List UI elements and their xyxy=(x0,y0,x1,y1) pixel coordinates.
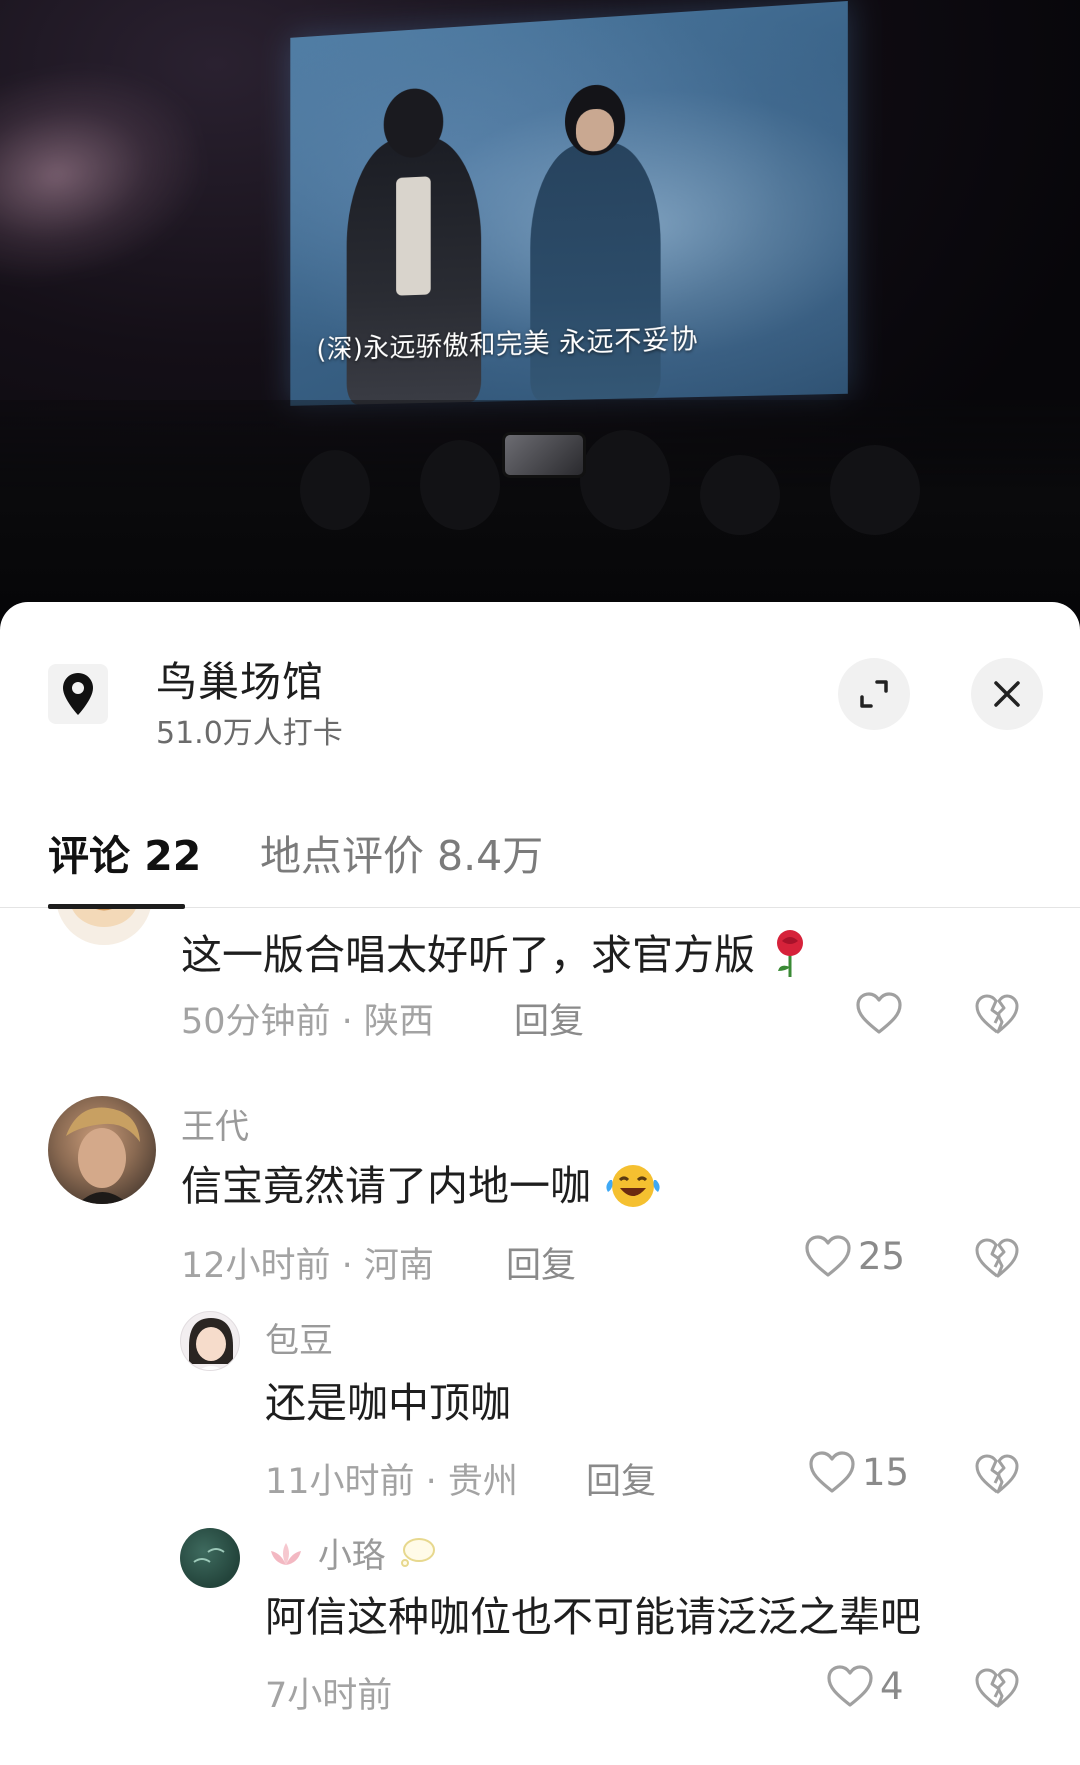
heart-icon xyxy=(805,1235,851,1277)
like-button[interactable]: 4 xyxy=(826,1664,904,1708)
comment-meta: 12小时前 · 河南 xyxy=(181,1246,434,1286)
close-icon xyxy=(994,681,1020,707)
tab-place-reviews[interactable]: 地点评价 8.4万 xyxy=(260,822,543,882)
dislike-button[interactable] xyxy=(974,1453,1020,1499)
like-button[interactable]: 15 xyxy=(808,1450,909,1494)
broken-heart-icon xyxy=(975,1238,1019,1278)
heart-icon xyxy=(827,1665,873,1707)
like-count: 4 xyxy=(880,1664,904,1708)
comment-meta: 7小时前 xyxy=(265,1676,393,1716)
avatar[interactable] xyxy=(180,1311,240,1371)
comment-meta: 50分钟前 · 陕西 xyxy=(181,1002,434,1042)
thought-bubble-emoji xyxy=(397,1535,437,1580)
dislike-button[interactable] xyxy=(974,1237,1020,1283)
place-checkins: 51.0万人打卡 xyxy=(156,716,343,751)
avatar[interactable] xyxy=(180,1528,240,1588)
comment-text: 这一版合唱太好听了，求官方版 xyxy=(181,921,812,989)
close-button[interactable] xyxy=(971,658,1043,730)
avatar[interactable] xyxy=(56,909,152,945)
broken-heart-icon xyxy=(975,1668,1019,1708)
rose-emoji xyxy=(768,927,812,989)
avatar[interactable] xyxy=(48,1096,156,1204)
like-button[interactable]: 25 xyxy=(804,1234,905,1278)
location-pin-icon xyxy=(48,664,108,724)
username[interactable]: 王代 xyxy=(181,1099,249,1148)
reply-button[interactable]: 回复 xyxy=(506,1237,576,1288)
comment-text: 阿信这种咖位也不可能请泛泛之辈吧 xyxy=(265,1593,921,1641)
dislike-button[interactable] xyxy=(974,993,1020,1039)
lotus-emoji xyxy=(265,1538,307,1578)
comment-list: 这一版合唱太好听了，求官方版 50分钟前 · 陕西 回复 王代 信宝竟然请了内地… xyxy=(0,909,1080,1765)
like-count: 25 xyxy=(858,1234,906,1278)
broken-heart-icon xyxy=(975,1454,1019,1494)
heart-icon xyxy=(856,992,902,1034)
heart-icon xyxy=(809,1451,855,1493)
broken-heart-icon xyxy=(975,994,1019,1034)
place-name[interactable]: 鸟巢场馆 xyxy=(156,648,324,708)
reply-button[interactable]: 回复 xyxy=(514,993,584,1044)
dislike-button[interactable] xyxy=(974,1667,1020,1713)
comment-text: 还是咖中顶咖 xyxy=(265,1379,511,1427)
laughing-crying-emoji xyxy=(604,1158,662,1220)
comment-text: 信宝竟然请了内地一咖 xyxy=(181,1152,662,1220)
audience-phone xyxy=(505,435,583,475)
concert-screen: (深)永远骄傲和完美 永远不妥协 xyxy=(290,0,848,406)
performer-right xyxy=(530,83,661,401)
expand-button[interactable] xyxy=(838,658,910,730)
username[interactable]: 小珞 xyxy=(265,1528,437,1580)
tab-comments[interactable]: 评论 22 xyxy=(48,822,201,882)
location-header: 鸟巢场馆 51.0万人打卡 xyxy=(0,602,1080,772)
reply-button[interactable]: 回复 xyxy=(586,1453,656,1504)
tab-bar: 评论 22 地点评价 8.4万 xyxy=(0,802,1080,909)
video-player[interactable]: (深)永远骄傲和完美 永远不妥协 xyxy=(0,0,1080,640)
like-count: 15 xyxy=(862,1450,910,1494)
stage-light xyxy=(0,47,219,293)
comment-meta: 11小时前 · 贵州 xyxy=(265,1462,518,1502)
location-comments-sheet: 鸟巢场馆 51.0万人打卡 评论 22 地点评价 8.4万 这一版合唱太好听了，… xyxy=(0,602,1080,1765)
expand-icon xyxy=(860,680,888,708)
like-button[interactable] xyxy=(855,991,903,1035)
username[interactable]: 包豆 xyxy=(265,1313,333,1362)
